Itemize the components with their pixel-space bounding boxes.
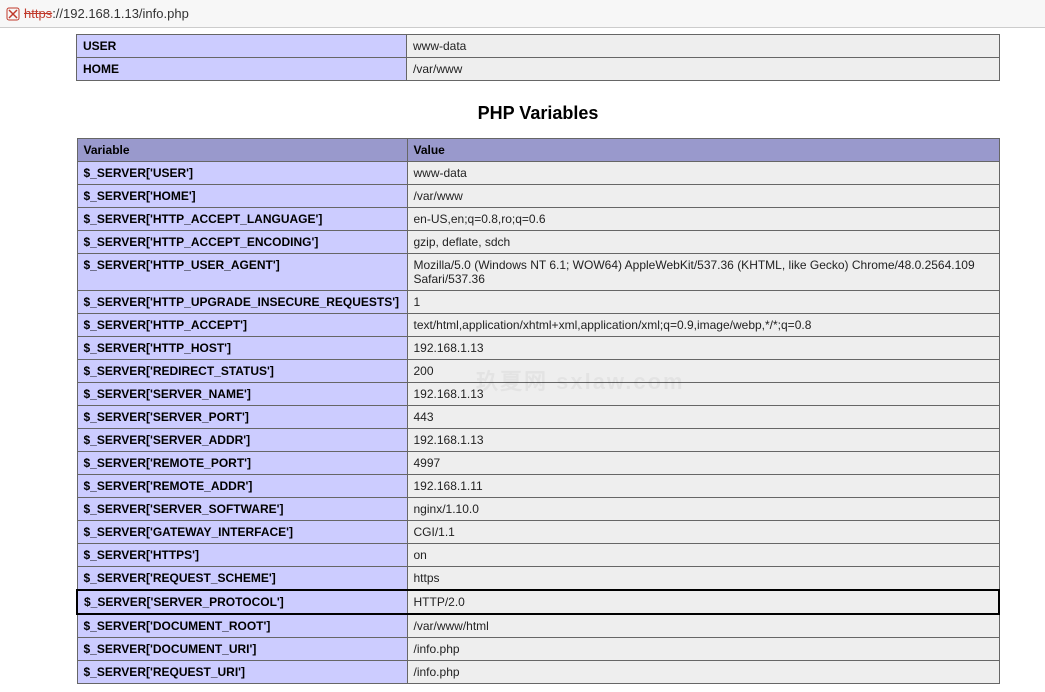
var-key: $_SERVER['SERVER_SOFTWARE'] [77, 498, 407, 521]
table-row: $_SERVER['SERVER_SOFTWARE']nginx/1.10.0 [77, 498, 999, 521]
var-value: text/html,application/xhtml+xml,applicat… [407, 314, 999, 337]
var-value: nginx/1.10.0 [407, 498, 999, 521]
var-key: $_SERVER['HTTPS'] [77, 544, 407, 567]
table-row: $_SERVER['SERVER_NAME']192.168.1.13 [77, 383, 999, 406]
var-key: $_SERVER['HTTP_HOST'] [77, 337, 407, 360]
table-row: $_SERVER['HOME']/var/www [77, 185, 999, 208]
var-value: 200 [407, 360, 999, 383]
var-key: $_SERVER['HTTP_UPGRADE_INSECURE_REQUESTS… [77, 291, 407, 314]
table-row: $_SERVER['SERVER_ADDR']192.168.1.13 [77, 429, 999, 452]
var-key: $_SERVER['REMOTE_ADDR'] [77, 475, 407, 498]
table-row: $_SERVER['HTTP_ACCEPT']text/html,applica… [77, 314, 999, 337]
table-row: $_SERVER['USER']www-data [77, 162, 999, 185]
var-value: /info.php [407, 638, 999, 661]
table-row: $_SERVER['HTTP_ACCEPT_ENCODING']gzip, de… [77, 231, 999, 254]
table-row: $_SERVER['DOCUMENT_ROOT']/var/www/html [77, 614, 999, 638]
var-value: CGI/1.1 [407, 521, 999, 544]
var-key: $_SERVER['REQUEST_URI'] [77, 661, 407, 684]
var-value: 443 [407, 406, 999, 429]
env-table: USERwww-dataHOME/var/www [76, 34, 1000, 81]
var-key: $_SERVER['DOCUMENT_ROOT'] [77, 614, 407, 638]
var-key: $_SERVER['HTTP_ACCEPT_ENCODING'] [77, 231, 407, 254]
table-row: $_SERVER['HTTPS']on [77, 544, 999, 567]
table-header-row: Variable Value [77, 139, 999, 162]
table-row: USERwww-data [77, 35, 1000, 58]
var-value: 192.168.1.13 [407, 429, 999, 452]
table-row: $_SERVER['REQUEST_SCHEME']https [77, 567, 999, 591]
var-key: $_SERVER['SERVER_ADDR'] [77, 429, 407, 452]
env-key: HOME [77, 58, 407, 81]
var-key: $_SERVER['GATEWAY_INTERFACE'] [77, 521, 407, 544]
table-row: $_SERVER['HTTP_UPGRADE_INSECURE_REQUESTS… [77, 291, 999, 314]
var-value: en-US,en;q=0.8,ro;q=0.6 [407, 208, 999, 231]
table-row: $_SERVER['SERVER_PROTOCOL']HTTP/2.0 [77, 590, 999, 614]
table-row: $_SERVER['REMOTE_PORT']4997 [77, 452, 999, 475]
env-value: www-data [407, 35, 1000, 58]
var-key: $_SERVER['REMOTE_PORT'] [77, 452, 407, 475]
var-key: $_SERVER['SERVER_PROTOCOL'] [77, 590, 407, 614]
var-key: $_SERVER['DOCUMENT_URI'] [77, 638, 407, 661]
table-row: $_SERVER['SERVER_PORT']443 [77, 406, 999, 429]
url-scheme-struck: https [24, 6, 52, 21]
table-row: $_SERVER['GATEWAY_INTERFACE']CGI/1.1 [77, 521, 999, 544]
var-key: $_SERVER['HTTP_USER_AGENT'] [77, 254, 407, 291]
php-variables-table: Variable Value $_SERVER['USER']www-data$… [76, 138, 1000, 684]
var-key: $_SERVER['SERVER_NAME'] [77, 383, 407, 406]
page-content: 玖夏网 sxlaw.com USERwww-dataHOME/var/www P… [76, 34, 1000, 684]
var-value: https [407, 567, 999, 591]
col-value: Value [407, 139, 999, 162]
var-value: /var/www [407, 185, 999, 208]
address-bar[interactable]: https://192.168.1.13/info.php [0, 0, 1045, 28]
var-key: $_SERVER['SERVER_PORT'] [77, 406, 407, 429]
table-row: $_SERVER['HTTP_HOST']192.168.1.13 [77, 337, 999, 360]
var-value: www-data [407, 162, 999, 185]
var-key: $_SERVER['HTTP_ACCEPT'] [77, 314, 407, 337]
table-row: $_SERVER['REDIRECT_STATUS']200 [77, 360, 999, 383]
env-value: /var/www [407, 58, 1000, 81]
table-row: $_SERVER['DOCUMENT_URI']/info.php [77, 638, 999, 661]
var-key: $_SERVER['REDIRECT_STATUS'] [77, 360, 407, 383]
var-value: 192.168.1.13 [407, 383, 999, 406]
col-variable: Variable [77, 139, 407, 162]
env-key: USER [77, 35, 407, 58]
var-value: /info.php [407, 661, 999, 684]
table-row: HOME/var/www [77, 58, 1000, 81]
table-row: $_SERVER['HTTP_USER_AGENT']Mozilla/5.0 (… [77, 254, 999, 291]
var-value: Mozilla/5.0 (Windows NT 6.1; WOW64) Appl… [407, 254, 999, 291]
table-row: $_SERVER['REQUEST_URI']/info.php [77, 661, 999, 684]
var-key: $_SERVER['HTTP_ACCEPT_LANGUAGE'] [77, 208, 407, 231]
var-value: 1 [407, 291, 999, 314]
var-value: /var/www/html [407, 614, 999, 638]
url-rest: ://192.168.1.13/info.php [52, 6, 189, 21]
table-row: $_SERVER['REMOTE_ADDR']192.168.1.11 [77, 475, 999, 498]
var-key: $_SERVER['HOME'] [77, 185, 407, 208]
var-value: 4997 [407, 452, 999, 475]
var-value: gzip, deflate, sdch [407, 231, 999, 254]
var-key: $_SERVER['REQUEST_SCHEME'] [77, 567, 407, 591]
var-value: HTTP/2.0 [407, 590, 999, 614]
var-value: 192.168.1.11 [407, 475, 999, 498]
var-key: $_SERVER['USER'] [77, 162, 407, 185]
var-value: 192.168.1.13 [407, 337, 999, 360]
var-value: on [407, 544, 999, 567]
table-row: $_SERVER['HTTP_ACCEPT_LANGUAGE']en-US,en… [77, 208, 999, 231]
insecure-cert-icon [6, 7, 20, 21]
section-title: PHP Variables [76, 103, 1000, 124]
